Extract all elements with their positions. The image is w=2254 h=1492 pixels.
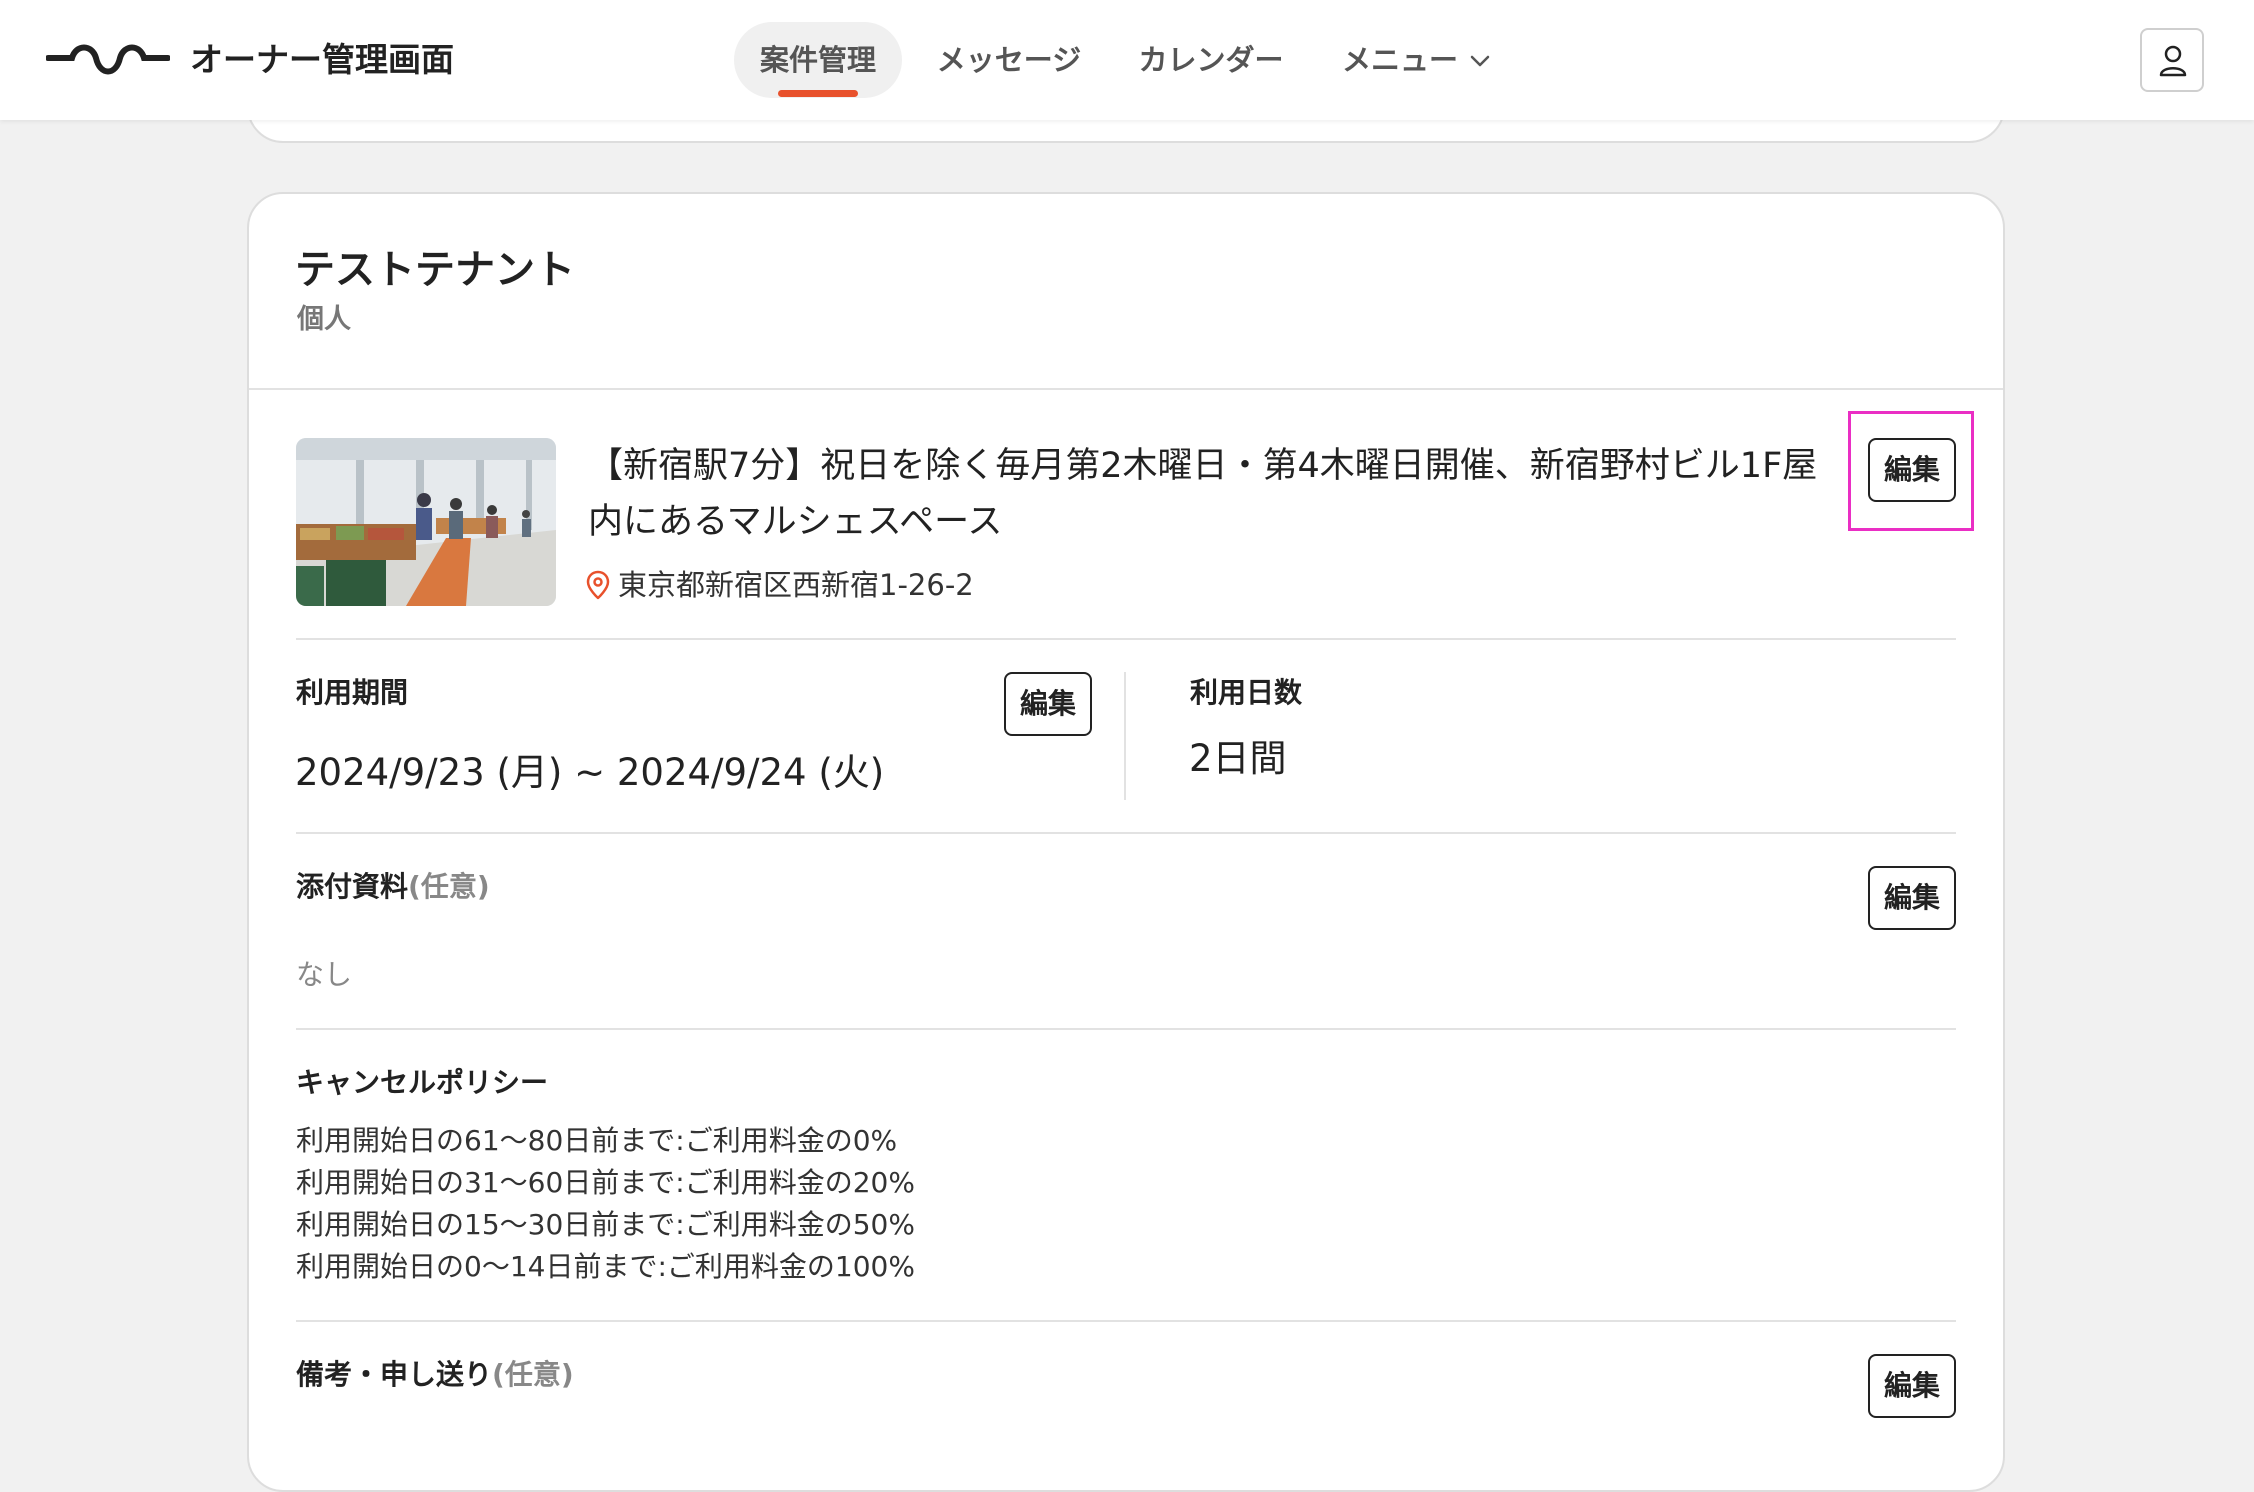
top-header: オーナー管理画面 案件管理 メッセージ カレンダー メニュー	[0, 0, 2254, 120]
nav-tab-messages[interactable]: メッセージ	[936, 22, 1082, 98]
nav-tab-menu[interactable]: メニュー	[1340, 22, 1460, 98]
cancel-policy-label: キャンセルポリシー	[296, 1066, 549, 1099]
listing-address: 東京都新宿区西新宿1-26-2	[618, 568, 974, 602]
account-button[interactable]	[2140, 28, 2204, 92]
section-divider	[296, 638, 1956, 640]
usage-days-label: 利用日数	[1190, 676, 1303, 709]
edit-remarks-button[interactable]: 編集	[1868, 1354, 1956, 1418]
nav-tab-label: メッセージ	[936, 43, 1082, 77]
market-photo-icon	[296, 438, 556, 606]
attachments-value: なし	[296, 958, 353, 991]
tenant-type: 個人	[297, 304, 351, 335]
usage-period-label: 利用期間	[296, 676, 409, 709]
nav-tab-label: メニュー	[1341, 43, 1458, 77]
section-divider	[296, 1320, 1956, 1322]
cancel-policy-line: 利用開始日の0〜14日前まで:ご利用料金の100%	[296, 1250, 915, 1283]
booking-card	[247, 192, 2005, 1492]
app-title: オーナー管理画面	[190, 40, 454, 79]
optional-tag: (任意)	[492, 1358, 574, 1391]
edit-listing-button[interactable]: 編集	[1868, 438, 1956, 502]
nav-tab-calendar[interactable]: カレンダー	[1138, 22, 1284, 98]
location-pin-icon	[586, 570, 610, 600]
cancel-policy-line: 利用開始日の31〜60日前まで:ご利用料金の20%	[296, 1166, 915, 1199]
nav-tab-label: 案件管理	[759, 43, 876, 77]
remarks-label: 備考・申し送り(任意)	[296, 1355, 574, 1395]
brand-logo-icon[interactable]	[46, 38, 170, 82]
nav-tab-label: カレンダー	[1138, 43, 1284, 77]
remarks-label-text: 備考・申し送り	[296, 1358, 493, 1391]
edit-attachments-button[interactable]: 編集	[1868, 866, 1956, 930]
section-divider	[296, 1028, 1956, 1030]
edit-usage-period-button[interactable]: 編集	[1004, 672, 1092, 736]
attachments-label: 添付資料(任意)	[296, 867, 490, 907]
nav-tab-projects[interactable]: 案件管理	[734, 22, 902, 98]
cancel-policy-line: 利用開始日の15〜30日前まで:ご利用料金の50%	[296, 1208, 915, 1241]
usage-period-value: 2024/9/23 (月) ~ 2024/9/24 (火)	[295, 751, 885, 794]
active-tab-indicator	[778, 90, 858, 97]
section-divider	[296, 832, 1956, 834]
tenant-name: テストテナント	[295, 247, 575, 293]
usage-days-value: 2日間	[1189, 737, 1287, 780]
listing-title[interactable]: 【新宿駅7分】祝日を除く毎月第2木曜日・第4木曜日開催、新宿野村ビル1F屋内にあ…	[588, 438, 1818, 550]
chevron-down-icon[interactable]	[1470, 54, 1490, 68]
listing-thumbnail[interactable]	[296, 438, 556, 606]
attachments-label-text: 添付資料	[296, 870, 409, 903]
optional-tag: (任意)	[408, 870, 490, 903]
card-header-divider	[249, 388, 2003, 390]
user-icon	[2159, 45, 2187, 77]
column-divider	[1124, 672, 1126, 800]
cancel-policy-line: 利用開始日の61〜80日前まで:ご利用料金の0%	[296, 1124, 898, 1157]
